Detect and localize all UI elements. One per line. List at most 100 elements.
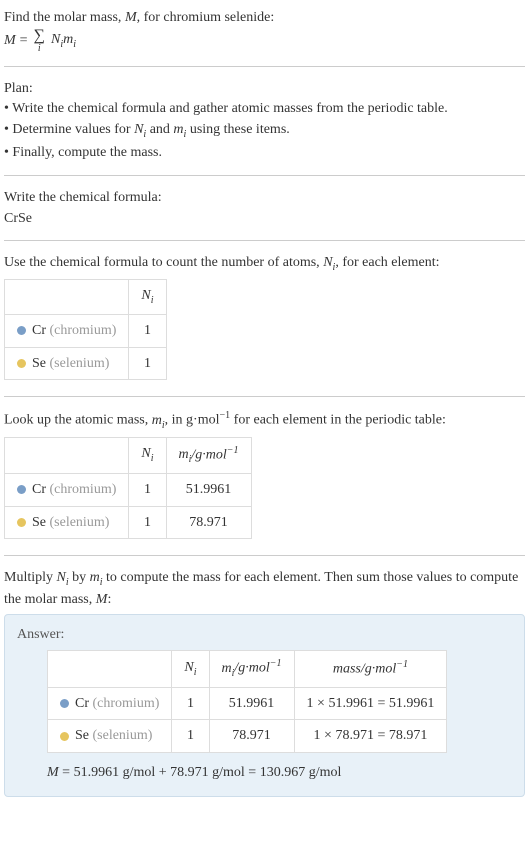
cell-cr-N: 1 — [129, 474, 166, 507]
plan-line-3: • Finally, compute the mass. — [4, 143, 525, 163]
find-text-2: , for chromium selenide: — [137, 10, 275, 25]
el-name: (selenium) — [46, 356, 109, 371]
chemical-formula: CrSe — [4, 209, 525, 229]
mult-Ni: Ni — [57, 570, 69, 585]
el-name: (chromium) — [89, 696, 159, 711]
count-1: Use the chemical formula to count the nu… — [4, 255, 323, 270]
cell-se-m: 78.971 — [166, 506, 251, 539]
plan-line-1: • Write the chemical formula and gather … — [4, 99, 525, 119]
table-row: Cr (chromium) 1 51.9961 — [5, 474, 252, 507]
var-M: M — [125, 10, 137, 25]
answer-box: Answer: Ni mi/g·mol−1 mass/g·mol−1 Cr (c… — [4, 614, 525, 798]
cell-se-N: 1 — [129, 347, 166, 380]
divider — [4, 240, 525, 241]
cell-se-N: 1 — [129, 506, 166, 539]
table-header-row: Ni — [5, 280, 167, 315]
find-text-1: Find the molar mass, — [4, 10, 125, 25]
cell-se-N: 1 — [172, 720, 209, 753]
plan-line-2: • Determine values for Ni and mi using t… — [4, 120, 525, 142]
table-row: Cr (chromium) 1 — [5, 314, 167, 347]
divider — [4, 396, 525, 397]
th-Ni: Ni — [129, 280, 166, 315]
th-mass: mass/g·mol−1 — [294, 651, 447, 687]
final-line: M = 51.9961 g/mol + 78.971 g/mol = 130.9… — [47, 763, 512, 783]
find-line: Find the molar mass, M, for chromium sel… — [4, 8, 525, 28]
table-row: Se (selenium) 1 78.971 — [5, 506, 252, 539]
multiply-text: Multiply Ni by mi to compute the mass fo… — [4, 568, 525, 609]
el-name: (selenium) — [89, 728, 152, 743]
el-symbol: Se — [75, 728, 89, 743]
N: N — [51, 32, 60, 47]
cell-se: Se (selenium) — [5, 347, 129, 380]
el-symbol: Se — [32, 515, 46, 530]
answer-label: Answer: — [17, 625, 512, 645]
m: m — [63, 32, 73, 47]
cell-cr: Cr (chromium) — [5, 474, 129, 507]
plan-2b: and — [146, 122, 173, 137]
cell-cr-m: 51.9961 — [166, 474, 251, 507]
cell-cr-N: 1 — [172, 687, 209, 720]
cell-cr: Cr (chromium) — [5, 314, 129, 347]
dot-icon — [17, 326, 26, 335]
count-text: Use the chemical formula to count the nu… — [4, 253, 525, 275]
mass-section: Look up the atomic mass, mi, in g·mol−1 … — [4, 405, 525, 547]
final-M: M — [47, 765, 59, 780]
th-empty — [48, 651, 172, 687]
plan-heading: Plan: — [4, 79, 525, 99]
plan-Ni: Ni — [134, 122, 146, 137]
intro-section: Find the molar mass, M, for chromium sel… — [4, 4, 525, 58]
plan-2a: • Determine values for — [4, 122, 134, 137]
count-section: Use the chemical formula to count the nu… — [4, 249, 525, 388]
count-table: Ni Cr (chromium) 1 Se (selenium) 1 — [4, 279, 167, 380]
mult-2: by — [69, 570, 90, 585]
th-empty — [5, 437, 129, 473]
cell-se-m: 78.971 — [209, 720, 294, 753]
th-mi: mi/g·mol−1 — [209, 651, 294, 687]
equals: = — [20, 31, 28, 51]
final-calc: = 51.9961 g/mol + 78.971 g/mol = 130.967… — [59, 765, 342, 780]
mult-M: M — [96, 592, 108, 607]
table-header-row: Ni mi/g·mol−1 mass/g·mol−1 — [48, 651, 447, 687]
table-row: Se (selenium) 1 — [5, 347, 167, 380]
mass-table: Ni mi/g·mol−1 Cr (chromium) 1 51.9961 Se… — [4, 437, 252, 540]
dot-icon — [17, 485, 26, 494]
formula-section: Write the chemical formula: CrSe — [4, 184, 525, 232]
mass-mi: mi — [152, 413, 165, 428]
dot-icon — [60, 732, 69, 741]
mass-1: Look up the atomic mass, — [4, 413, 152, 428]
answer-table: Ni mi/g·mol−1 mass/g·mol−1 Cr (chromium)… — [47, 650, 447, 753]
mass-2: , in g·mol — [165, 413, 220, 428]
mult-mi: mi — [90, 570, 103, 585]
plan-mi: mi — [173, 122, 186, 137]
formula-line: M = ∑ i Nimi — [4, 28, 525, 54]
th-Ni: Ni — [172, 651, 209, 687]
cell-cr-m: 51.9961 — [209, 687, 294, 720]
cell-cr-mass: 1 × 51.9961 = 51.9961 — [294, 687, 447, 720]
el-symbol: Cr — [75, 696, 89, 711]
cell-se-mass: 1 × 78.971 = 78.971 — [294, 720, 447, 753]
th-mi: mi/g·mol−1 — [166, 437, 251, 473]
m-sub: i — [73, 38, 76, 49]
count-2: , for each element: — [335, 255, 439, 270]
table-header-row: Ni mi/g·mol−1 — [5, 437, 252, 473]
count-Ni: Ni — [323, 255, 335, 270]
var-M-2: M — [4, 31, 16, 51]
dot-icon — [60, 699, 69, 708]
mass-3: for each element in the periodic table: — [230, 413, 446, 428]
sigma-sub: i — [38, 44, 41, 54]
plan-section: Plan: • Write the chemical formula and g… — [4, 75, 525, 168]
el-symbol: Cr — [32, 482, 46, 497]
el-name: (chromium) — [46, 482, 116, 497]
dot-icon — [17, 518, 26, 527]
cell-cr: Cr (chromium) — [48, 687, 172, 720]
el-name: (chromium) — [46, 323, 116, 338]
multiply-section: Multiply Ni by mi to compute the mass fo… — [4, 564, 525, 801]
el-name: (selenium) — [46, 515, 109, 530]
el-symbol: Se — [32, 356, 46, 371]
divider — [4, 175, 525, 176]
el-symbol: Cr — [32, 323, 46, 338]
mult-1: Multiply — [4, 570, 57, 585]
cell-se: Se (selenium) — [5, 506, 129, 539]
mult-4: : — [107, 592, 111, 607]
dot-icon — [17, 359, 26, 368]
